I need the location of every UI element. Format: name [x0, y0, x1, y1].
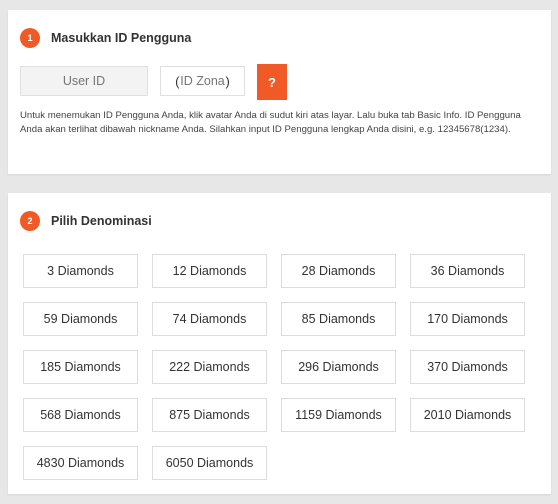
step-1-badge: 1	[20, 28, 40, 48]
denomination-option[interactable]: 59 Diamonds	[23, 302, 138, 336]
denomination-option[interactable]: 85 Diamonds	[281, 302, 396, 336]
denomination-option[interactable]: 74 Diamonds	[152, 302, 267, 336]
step-2-header: 2 Pilih Denominasi	[20, 211, 152, 231]
denomination-option[interactable]: 6050 Diamonds	[152, 446, 267, 480]
denomination-option[interactable]: 4830 Diamonds	[23, 446, 138, 480]
denomination-option[interactable]: 12 Diamonds	[152, 254, 267, 288]
help-button[interactable]: ?	[257, 64, 287, 100]
denomination-card: 2 Pilih Denominasi 3 Diamonds 12 Diamond…	[8, 193, 551, 494]
denomination-option[interactable]: 185 Diamonds	[23, 350, 138, 384]
denomination-grid: 3 Diamonds 12 Diamonds 28 Diamonds 36 Di…	[23, 254, 525, 480]
zone-close-paren: )	[225, 73, 230, 89]
user-id-card: 1 Masukkan ID Pengguna ( ) ? Untuk menem…	[8, 10, 551, 174]
denomination-option[interactable]: 222 Diamonds	[152, 350, 267, 384]
zone-id-input[interactable]	[179, 74, 226, 88]
step-2-title: Pilih Denominasi	[51, 214, 152, 228]
user-id-help-text: Untuk menemukan ID Pengguna Anda, klik a…	[20, 110, 521, 135]
denomination-option[interactable]: 1159 Diamonds	[281, 398, 396, 432]
denomination-option[interactable]: 370 Diamonds	[410, 350, 525, 384]
denomination-option[interactable]: 36 Diamonds	[410, 254, 525, 288]
denomination-option[interactable]: 296 Diamonds	[281, 350, 396, 384]
denomination-option[interactable]: 875 Diamonds	[152, 398, 267, 432]
zone-id-field[interactable]: ( )	[160, 66, 245, 96]
step-1-header: 1 Masukkan ID Pengguna	[20, 28, 191, 48]
step-1-title: Masukkan ID Pengguna	[51, 31, 192, 45]
user-id-input[interactable]	[20, 66, 148, 96]
denomination-option[interactable]: 170 Diamonds	[410, 302, 525, 336]
denomination-option[interactable]: 2010 Diamonds	[410, 398, 525, 432]
denomination-option[interactable]: 568 Diamonds	[23, 398, 138, 432]
step-2-badge: 2	[20, 211, 40, 231]
denomination-option[interactable]: 28 Diamonds	[281, 254, 396, 288]
denomination-option[interactable]: 3 Diamonds	[23, 254, 138, 288]
